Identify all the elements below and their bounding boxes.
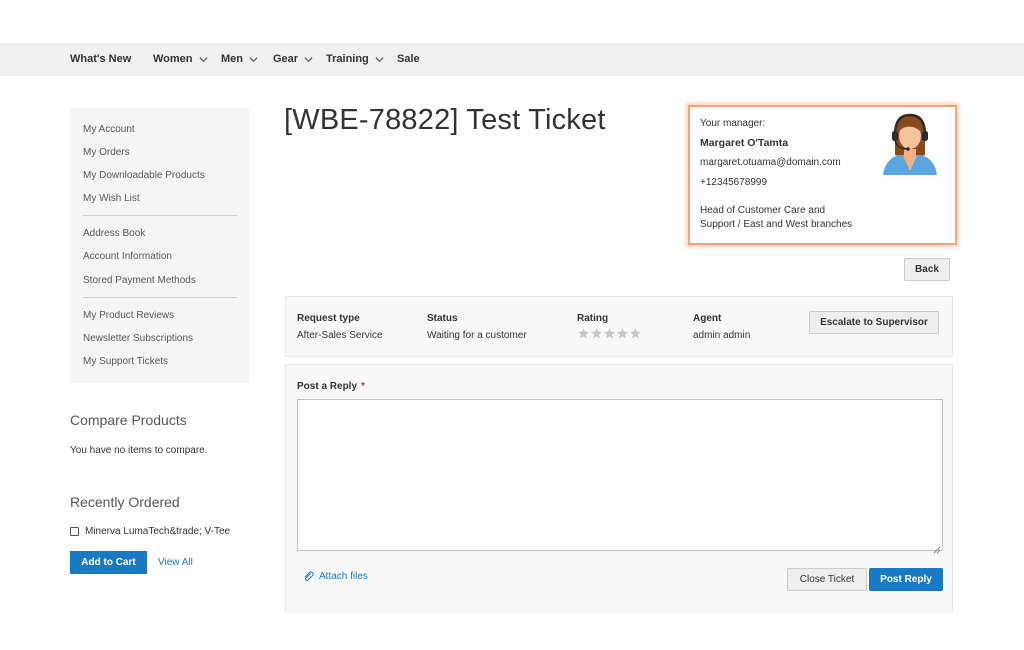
manager-position-line1: Head of Customer Care and: [700, 205, 826, 216]
top-navigation: What's New Women Men Gear Training Sale: [0, 43, 1024, 76]
nav-item-label: What's New: [70, 53, 132, 65]
manager-phone: +12345678999: [700, 177, 768, 188]
sidebar-divider: [83, 297, 237, 298]
chevron-down-icon: [199, 55, 208, 64]
star-icon[interactable]: [603, 327, 616, 340]
status-label: Status: [427, 313, 458, 324]
escalate-label: Escalate to Supervisor: [820, 317, 928, 328]
view-all-link[interactable]: View All: [158, 557, 193, 568]
sidebar-item-address-book[interactable]: Address Book: [83, 228, 145, 239]
recently-ordered-title: Recently Ordered: [70, 494, 180, 510]
sidebar-item-my-orders[interactable]: My Orders: [83, 147, 130, 158]
agent-label: Agent: [693, 313, 722, 324]
manager-name: Margaret O'Tamta: [700, 137, 789, 149]
request-type-label: Request type: [297, 313, 360, 324]
page-title: [WBE-78822] Test Ticket: [284, 104, 606, 136]
request-type-value: After-Sales Service: [297, 330, 383, 341]
reply-label: Post a Reply *: [297, 381, 365, 392]
nav-item-men[interactable]: Men: [221, 43, 258, 76]
manager-position-line2: Support / East and West branches: [700, 219, 853, 230]
nav-item-label: Gear: [273, 53, 299, 65]
nav-item-label: Women: [153, 53, 193, 65]
ticket-info-bar: Request type After-Sales Service Status …: [285, 296, 953, 357]
chevron-down-icon: [304, 55, 313, 64]
add-to-cart-label: Add to Cart: [81, 557, 136, 568]
star-icon[interactable]: [577, 327, 590, 340]
sidebar-item-wish-list[interactable]: My Wish List: [83, 193, 140, 204]
add-to-cart-button[interactable]: Add to Cart: [70, 551, 147, 574]
sidebar-item-support-tickets[interactable]: My Support Tickets: [83, 356, 168, 367]
post-reply-label: Post Reply: [880, 574, 932, 585]
sidebar-item-my-account[interactable]: My Account: [83, 124, 135, 135]
chevron-down-icon: [375, 55, 384, 64]
rating-stars[interactable]: [577, 327, 642, 340]
reply-form: Post a Reply * Attach files Close Ticket …: [285, 364, 953, 613]
rating-label: Rating: [577, 313, 609, 324]
star-icon[interactable]: [629, 327, 642, 340]
agent-value: admin admin: [693, 330, 751, 341]
required-mark: *: [361, 381, 365, 392]
back-label: Back: [915, 264, 939, 275]
manager-card: Your manager: Margaret O'Tamta margaret.…: [688, 105, 957, 245]
chevron-down-icon: [249, 55, 258, 64]
manager-email: margaret.otuama@domain.com: [700, 157, 841, 168]
nav-item-label: Training: [326, 53, 369, 65]
sidebar-item-account-information[interactable]: Account Information: [83, 251, 172, 262]
compare-products-title: Compare Products: [70, 412, 187, 428]
close-ticket-button[interactable]: Close Ticket: [787, 568, 867, 591]
nav-item-training[interactable]: Training: [326, 43, 384, 76]
resize-handle-icon[interactable]: [933, 541, 941, 554]
paperclip-icon: [304, 571, 314, 581]
sidebar-item-downloadable-products[interactable]: My Downloadable Products: [83, 170, 205, 181]
nav-item-label: Sale: [397, 53, 420, 65]
nav-item-sale[interactable]: Sale: [397, 43, 420, 76]
star-icon[interactable]: [616, 327, 629, 340]
attach-files-label: Attach files: [319, 570, 368, 582]
back-button[interactable]: Back: [904, 258, 950, 281]
attach-files-link[interactable]: Attach files: [302, 570, 368, 582]
recent-item-checkbox[interactable]: [70, 527, 79, 536]
nav-item-women[interactable]: Women: [153, 43, 208, 76]
support-agent-avatar-icon: [879, 109, 941, 177]
reply-label-text: Post a Reply: [297, 381, 358, 392]
close-ticket-label: Close Ticket: [799, 574, 855, 585]
manager-heading: Your manager:: [700, 118, 766, 129]
reply-textarea[interactable]: [297, 399, 943, 551]
status-value: Waiting for a customer: [427, 330, 527, 341]
nav-item-whats-new[interactable]: What's New: [70, 43, 131, 76]
account-navigation: My Account My Orders My Downloadable Pro…: [70, 108, 249, 383]
sidebar-item-stored-payment-methods[interactable]: Stored Payment Methods: [83, 275, 196, 286]
star-icon[interactable]: [590, 327, 603, 340]
sidebar-item-product-reviews[interactable]: My Product Reviews: [83, 310, 174, 321]
nav-item-gear[interactable]: Gear: [273, 43, 313, 76]
escalate-to-supervisor-button[interactable]: Escalate to Supervisor: [809, 311, 939, 334]
sidebar-divider: [83, 215, 237, 216]
nav-item-label: Men: [221, 53, 243, 65]
recent-order-item: Minerva LumaTech&trade; V-Tee: [70, 526, 230, 537]
sidebar-item-newsletter-subscriptions[interactable]: Newsletter Subscriptions: [83, 333, 193, 344]
post-reply-button[interactable]: Post Reply: [869, 568, 943, 591]
recent-item-name: Minerva LumaTech&trade; V-Tee: [85, 526, 231, 537]
compare-empty-text: You have no items to compare.: [70, 445, 208, 456]
